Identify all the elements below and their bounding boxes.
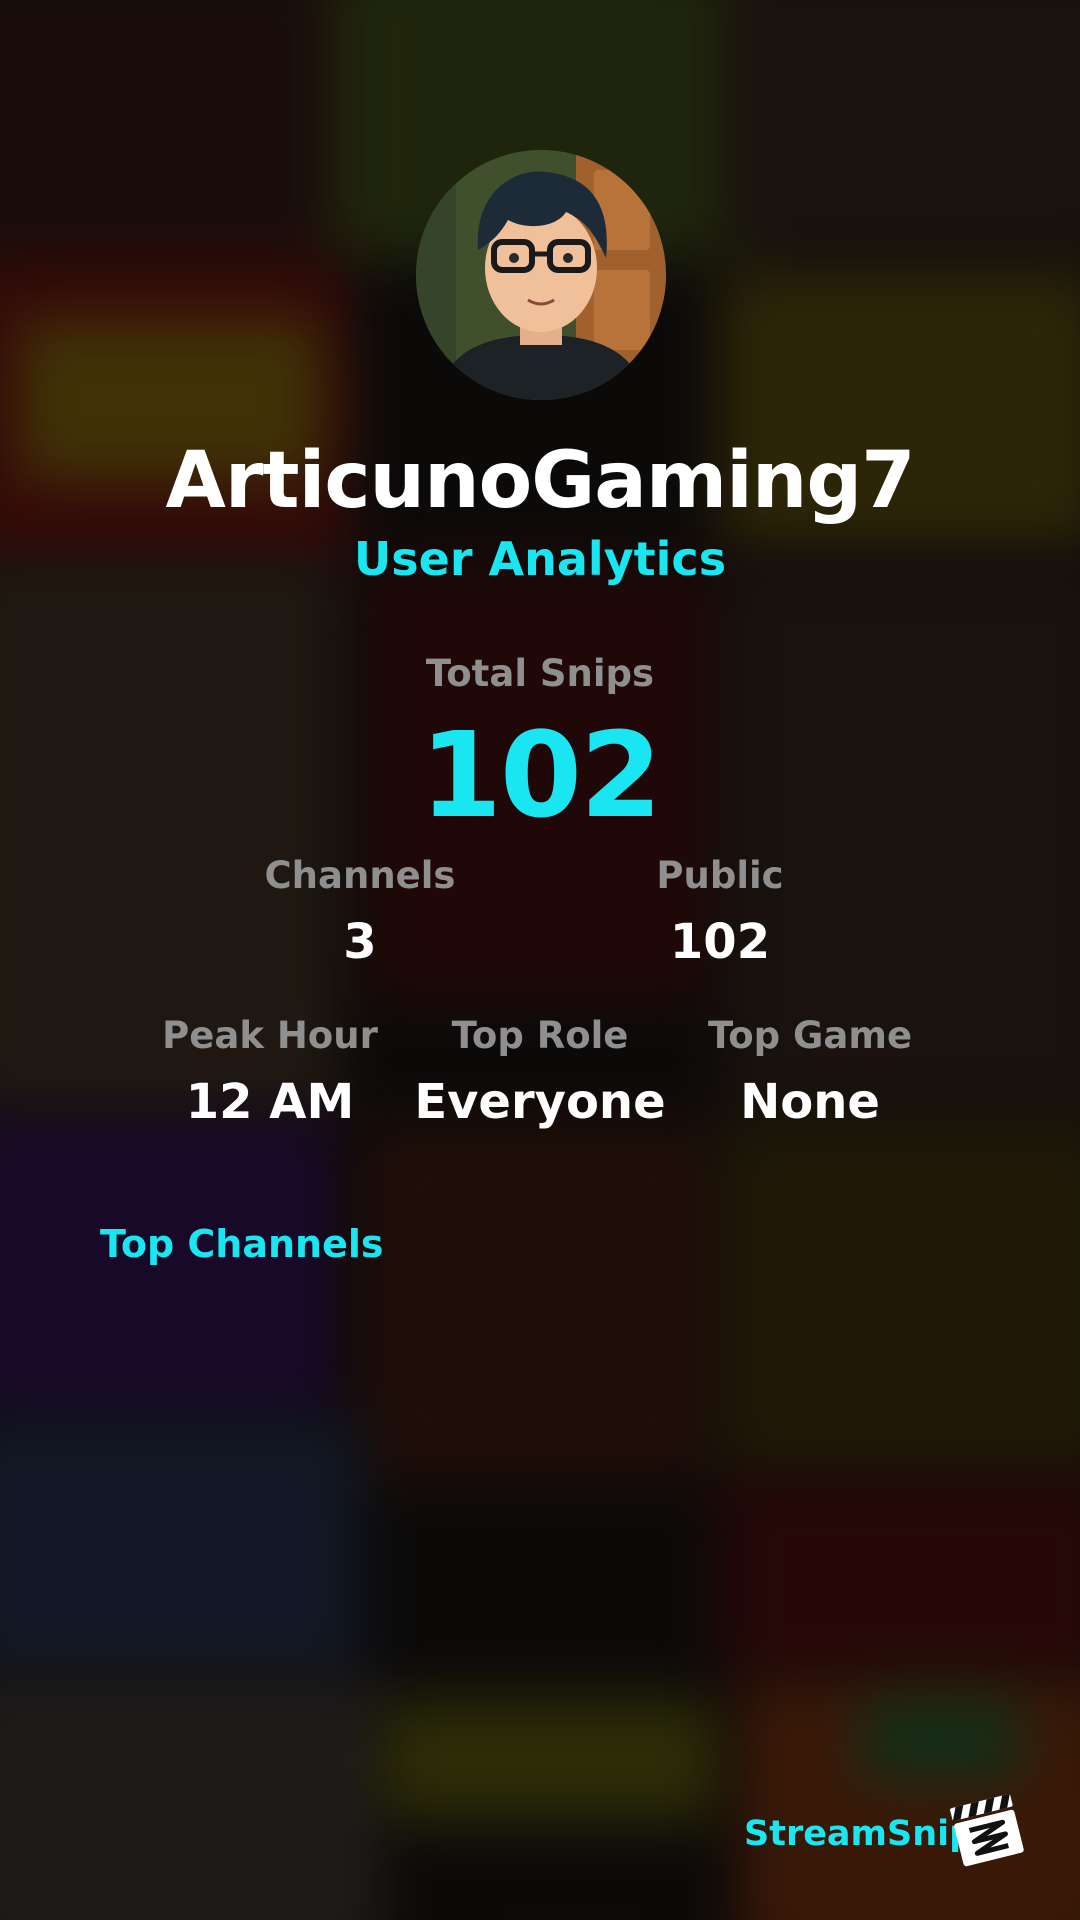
top-channels-heading: Top Channels <box>100 1222 384 1266</box>
peak-hour-value: 12 AM <box>185 1074 355 1130</box>
top-role-label: Top Role <box>451 1014 629 1057</box>
top-role-value: Everyone <box>414 1074 666 1130</box>
clapperboard-icon <box>948 1790 1028 1870</box>
public-value: 102 <box>669 914 771 970</box>
avatar <box>416 150 666 400</box>
channels-value: 3 <box>343 914 377 970</box>
public-label: Public <box>656 854 784 897</box>
avatar-illustration <box>416 150 666 400</box>
peak-hour-label: Peak Hour <box>162 1014 378 1057</box>
page-subtitle: User Analytics <box>353 532 727 586</box>
total-snips-label: Total Snips <box>425 652 655 695</box>
total-snips-value: 102 <box>419 706 662 844</box>
username: ArticunoGaming7 <box>165 436 915 526</box>
channels-label: Channels <box>264 854 456 897</box>
top-game-value: None <box>740 1074 880 1130</box>
top-game-label: Top Game <box>707 1014 913 1057</box>
brand-name: StreamSnip <box>744 1814 975 1854</box>
